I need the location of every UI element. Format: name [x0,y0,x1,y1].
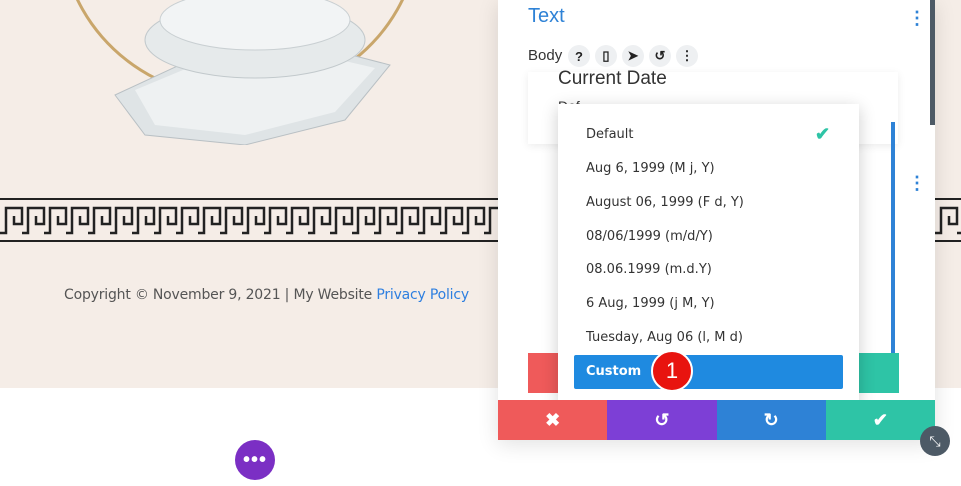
more-options-button[interactable]: ••• [235,440,275,480]
resize-icon[interactable]: ⤡ [920,426,950,456]
panel-menu-icon[interactable]: ⋮ [908,8,926,29]
dropdown-option[interactable]: August 06, 1999 (F d, Y) [586,195,744,210]
card-accent-bar [891,122,895,358]
dynamic-content-title: Current Date [558,68,667,89]
help-icon[interactable]: ? [568,45,590,67]
step-number-badge: 1 [651,350,693,392]
dropdown-option[interactable]: 6 Aug, 1999 (j M, Y) [586,296,715,311]
dropdown-option[interactable]: Default [586,127,634,142]
more-icon[interactable]: ⋮ [676,45,698,67]
copyright-text: Copyright © November 9, 2021 | My Websit… [64,287,377,303]
footer-copyright: Copyright © November 9, 2021 | My Websit… [64,287,469,303]
dropdown-option[interactable]: Aug 6, 1999 (M j, Y) [586,161,715,176]
hover-icon[interactable]: ➤ [622,45,644,67]
body-label: Body [528,47,563,64]
reset-icon[interactable]: ↺ [649,45,671,67]
dropdown-option[interactable]: 08/06/1999 (m/d/Y) [586,229,713,244]
custom-option-label: Custom [586,364,642,379]
dropdown-option[interactable]: Tuesday, Aug 06 (l, M d) [586,330,743,345]
panel-title: Text [528,5,565,27]
column-image [114,0,391,145]
cancel-button[interactable]: ✖ [498,400,608,440]
selected-check-icon: ✔ [815,124,831,144]
redo-button[interactable]: ↻ [716,400,826,440]
body-toolbar: ? ▯ ➤ ↺ ⋮ [568,45,698,67]
save-button[interactable]: ✔ [825,400,935,440]
privacy-policy-link[interactable]: Privacy Policy [376,287,469,303]
panel-scrollbar[interactable] [930,0,935,125]
card-cancel-button[interactable] [528,353,560,393]
dropdown-option[interactable]: 08.06.1999 (m.d.Y) [586,262,712,277]
item-menu-icon[interactable]: ⋮ [908,173,926,194]
responsive-icon[interactable]: ▯ [595,45,617,67]
undo-button[interactable]: ↺ [607,400,717,440]
card-confirm-button[interactable] [857,353,899,393]
panel-action-bar: ✖ ↺ ↻ ✔ [498,400,935,440]
